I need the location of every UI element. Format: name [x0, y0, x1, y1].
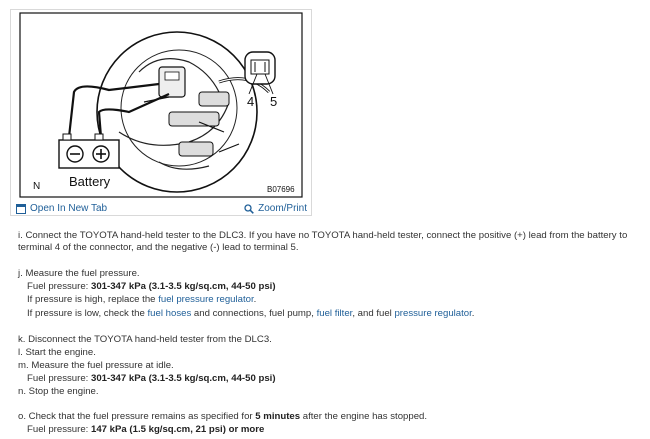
terminal-4-label: 4 — [247, 94, 254, 109]
pressure-value: 301-347 kPa (3.1-3.5 kg/sq.cm, 44-50 psi… — [91, 373, 276, 384]
step-m-pressure: Fuel pressure: 301-347 kPa (3.1-3.5 kg/s… — [9, 373, 276, 385]
fuel-pressure-diagram: 4 5 Battery N B07696 — [19, 12, 303, 198]
figure-code-label: B07696 — [267, 185, 295, 194]
step-k: k. Disconnect the TOYOTA hand-held teste… — [9, 334, 272, 346]
step-k-text: k. Disconnect the TOYOTA hand-held teste… — [18, 334, 272, 345]
fuel-hoses-link[interactable]: fuel hoses — [148, 308, 192, 319]
step-i: i. Connect the TOYOTA hand-held tester t… — [9, 230, 648, 254]
low-mid1-text: and connections, fuel pump, — [191, 308, 317, 319]
pressure-label: Fuel pressure: — [27, 424, 91, 435]
zoom-print-link[interactable]: Zoom/Print — [244, 203, 307, 214]
pressure-regulator-link[interactable]: pressure regulator — [394, 308, 471, 319]
pressure-label: Fuel pressure: — [27, 281, 91, 292]
terminal-5-label: 5 — [270, 94, 277, 109]
connector-body — [158, 66, 186, 98]
high-pre-text: If pressure is high, replace the — [27, 294, 159, 305]
high-post-text: . — [253, 294, 257, 305]
step-o-pre-text: o. Check that the fuel pressure remains … — [18, 411, 256, 422]
diagram-frame — [19, 12, 303, 198]
step-l-text: l. Start the engine. — [18, 347, 96, 358]
magnifier-icon — [244, 203, 254, 214]
low-mid2-text: , and fuel — [352, 308, 395, 319]
step-o: o. Check that the fuel pressure remains … — [9, 411, 427, 423]
step-i-text: i. Connect the TOYOTA hand-held tester t… — [18, 230, 628, 253]
low-post-text: . — [471, 308, 475, 319]
step-m-text: m. Measure the fuel pressure at idle. — [18, 360, 174, 371]
step-o-pressure: Fuel pressure: 147 kPa (1.5 kg/sq.cm, 21… — [9, 424, 264, 436]
step-j-high: If pressure is high, replace the fuel pr… — [9, 294, 256, 306]
open-in-new-tab-label: Open In New Tab — [30, 203, 108, 214]
step-j-heading: j. Measure the fuel pressure. — [9, 268, 140, 280]
low-pre-text: If pressure is low, check the — [27, 308, 148, 319]
step-n: n. Stop the engine. — [9, 386, 99, 398]
pressure-value: 147 kPa (1.5 kg/sq.cm, 21 psi) or more — [91, 424, 265, 435]
pressure-label: Fuel pressure: — [27, 373, 91, 384]
zoom-print-label: Zoom/Print — [258, 203, 307, 214]
figure-footer: Open In New Tab Zoom/Print — [11, 200, 311, 216]
step-n-text: n. Stop the engine. — [18, 386, 99, 397]
pressure-value: 301-347 kPa (3.1-3.5 kg/sq.cm, 44-50 psi… — [91, 281, 276, 292]
step-j-pressure: Fuel pressure: 301-347 kPa (3.1-3.5 kg/s… — [9, 281, 276, 293]
open-in-new-tab-link[interactable]: Open In New Tab — [16, 203, 107, 214]
step-o-duration: 5 minutes — [255, 411, 301, 422]
open-tab-icon — [16, 203, 26, 214]
fuel-filter-link[interactable]: fuel filter — [317, 308, 353, 319]
step-j-low: If pressure is low, check the fuel hoses… — [9, 308, 474, 320]
fuel-pressure-regulator-link[interactable]: fuel pressure regulator — [158, 294, 253, 305]
corner-label: N — [33, 181, 40, 192]
diagram-card: 4 5 Battery N B07696 Open In New Tab Zoo… — [10, 9, 312, 216]
diagram-illustration: 4 5 Battery N B07696 — [19, 12, 303, 198]
step-m: m. Measure the fuel pressure at idle. — [9, 360, 174, 372]
step-l: l. Start the engine. — [9, 347, 96, 359]
battery-label: Battery — [69, 174, 111, 189]
step-j-text: j. Measure the fuel pressure. — [18, 268, 140, 279]
step-o-post-text: after the engine has stopped. — [300, 411, 428, 422]
